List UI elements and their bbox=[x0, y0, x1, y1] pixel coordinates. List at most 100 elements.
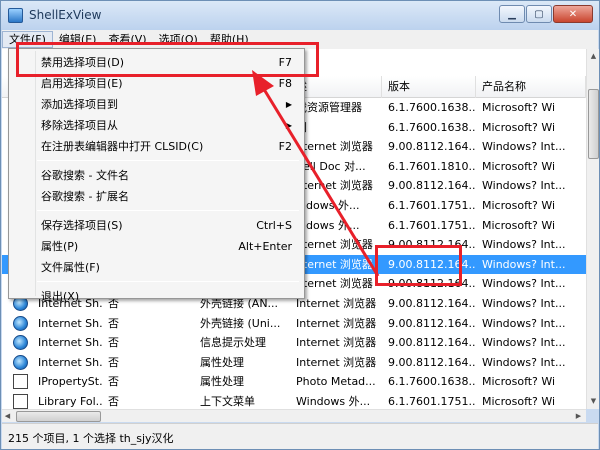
menu-item-label: 谷歌搜索 - 扩展名 bbox=[41, 190, 129, 203]
cell-product: Windows? Int... bbox=[482, 355, 566, 369]
menu-item-label: 保存选择项目(S) bbox=[41, 219, 123, 232]
menu-item-3[interactable]: 移除选择项目从 ▶ bbox=[11, 115, 302, 136]
cell-name: Internet Sh... bbox=[38, 355, 102, 369]
cell-product: Microsoft? Wi bbox=[482, 101, 556, 114]
cell-product: Microsoft? Wi bbox=[482, 218, 556, 232]
cell-product: Windows? Int... bbox=[482, 336, 566, 350]
menu-item-4[interactable]: 在注册表编辑器中打开 CLSID(C) F2 bbox=[11, 136, 302, 157]
status-bar: 215 个项目, 1 个选择 th_sjy汉化 bbox=[2, 423, 598, 449]
cell-product: Microsoft? Wi bbox=[482, 395, 556, 408]
cell-flag: 否 bbox=[108, 316, 119, 330]
file-menu-dropdown: 禁用选择项目(D) F7 启用选择项目(E) F8 添加选择项目到 ▶ 移除选择项目从 ▶ 在注… bbox=[8, 48, 305, 303]
cell-version: 6.1.7601.1751... bbox=[388, 199, 476, 212]
cell-product: Windows? Int... bbox=[482, 238, 566, 252]
cell-desc: Internet 浏览器 bbox=[296, 316, 377, 330]
horizontal-scrollbar[interactable]: ◀ ▶ bbox=[2, 409, 586, 422]
cell-flag: 否 bbox=[108, 375, 119, 389]
maximize-button[interactable]: ▢ bbox=[526, 5, 552, 23]
cell-version: 9.00.8112.164... bbox=[388, 316, 476, 330]
minimize-button[interactable]: ▁ bbox=[499, 5, 525, 23]
cell-flag: 否 bbox=[108, 395, 119, 408]
cell-product: Microsoft? Wi bbox=[482, 375, 556, 389]
vertical-scroll-thumb[interactable] bbox=[588, 89, 599, 159]
submenu-arrow-icon: ▶ bbox=[285, 121, 292, 130]
cell-version: 9.00.8112.164... bbox=[388, 297, 476, 310]
table-row[interactable]: Internet Sh... 否 信息提示处理 Internet 浏览器 9.00.81… bbox=[2, 333, 586, 353]
table-row[interactable]: IPropertySt... 否 属性处理 Photo Metad... 6.1.760… bbox=[2, 372, 586, 392]
title-bar[interactable]: ShellExView ▁ ▢ ✕ bbox=[1, 1, 599, 30]
cell-type: 信息提示处理 bbox=[200, 336, 266, 350]
cell-version: 6.1.7601.1751... bbox=[388, 218, 476, 232]
submenu-arrow-icon: ▶ bbox=[285, 100, 292, 109]
internet-explorer-icon bbox=[13, 335, 28, 351]
cell-desc: Internet 浏览器 bbox=[296, 336, 377, 350]
cell-version: 9.00.8112.164... bbox=[388, 140, 476, 154]
table-row[interactable]: Internet Sh... 否 外壳链接 (Uni... Internet 浏览器 9… bbox=[2, 314, 586, 334]
menu-item-7[interactable]: 谷歌搜索 - 扩展名 bbox=[11, 186, 302, 207]
cell-version: 6.1.7601.1810... bbox=[388, 159, 476, 173]
internet-explorer-icon bbox=[13, 315, 28, 331]
maximize-icon: ▢ bbox=[534, 8, 544, 20]
document-icon bbox=[13, 374, 28, 390]
cell-product: Windows? Int... bbox=[482, 257, 566, 271]
menu-item-shortcut: Alt+Enter bbox=[238, 240, 292, 253]
internet-explorer-icon bbox=[13, 354, 28, 370]
menu-item-label: 移除选择项目从 bbox=[41, 119, 118, 132]
highlight-box-menu-item bbox=[16, 42, 319, 77]
document-icon bbox=[13, 394, 28, 409]
scroll-left-icon[interactable]: ◀ bbox=[2, 410, 13, 422]
cell-product: Microsoft? Wi bbox=[482, 159, 556, 173]
scroll-up-icon[interactable]: ▲ bbox=[588, 50, 599, 62]
table-row[interactable]: Internet Sh... 否 属性处理 Internet 浏览器 9.00.8112… bbox=[2, 353, 586, 373]
cell-name: Internet Sh... bbox=[38, 316, 102, 330]
close-button[interactable]: ✕ bbox=[553, 5, 593, 23]
menu-item-label: 谷歌搜索 - 文件名 bbox=[41, 169, 129, 182]
cell-version: 9.00.8112.164... bbox=[388, 355, 476, 369]
cell-name: IPropertySt... bbox=[38, 375, 102, 389]
horizontal-scroll-thumb[interactable] bbox=[16, 411, 101, 422]
close-icon: ✕ bbox=[568, 8, 578, 20]
menu-item-6[interactable]: 谷歌搜索 - 文件名 bbox=[11, 165, 302, 186]
menu-item-label: 添加选择项目到 bbox=[41, 98, 118, 111]
cell-flag: 否 bbox=[108, 355, 119, 369]
cell-flag: 否 bbox=[108, 336, 119, 350]
cell-version: 6.1.7600.1638... bbox=[388, 120, 476, 134]
menu-item-13[interactable]: 退出(X) bbox=[11, 286, 302, 307]
cell-desc: Internet 浏览器 bbox=[296, 355, 377, 369]
cell-type: 属性处理 bbox=[200, 355, 244, 369]
cell-product: Windows? Int... bbox=[482, 140, 566, 154]
cell-product: Windows? Int... bbox=[482, 316, 566, 330]
menu-item-11[interactable]: 文件属性(F) bbox=[11, 257, 302, 278]
vertical-scrollbar[interactable]: ▲ ▼ bbox=[586, 49, 599, 409]
cell-desc: Photo Metad... bbox=[296, 375, 376, 389]
minimize-icon: ▁ bbox=[508, 8, 516, 20]
menu-item-label: 在注册表编辑器中打开 CLSID(C) bbox=[41, 140, 204, 153]
cell-type: 属性处理 bbox=[200, 375, 244, 389]
window-title: ShellExView bbox=[29, 8, 102, 22]
column-header-version[interactable]: 版本 bbox=[382, 76, 476, 98]
scroll-down-icon[interactable]: ▼ bbox=[588, 395, 599, 407]
column-header-product[interactable]: 产品名称 bbox=[476, 76, 586, 98]
menu-separator bbox=[37, 160, 299, 161]
status-text: 215 个项目, 1 个选择 th_sjy汉化 bbox=[8, 432, 174, 445]
cell-name: Library Fol... bbox=[38, 395, 102, 408]
cell-type: 上下文菜单 bbox=[200, 395, 255, 408]
scroll-right-icon[interactable]: ▶ bbox=[573, 410, 584, 422]
cell-product: Microsoft? Wi bbox=[482, 199, 556, 212]
cell-product: Windows? Int... bbox=[482, 297, 566, 310]
menu-item-label: 属性(P) bbox=[41, 240, 79, 253]
menu-item-shortcut: Ctrl+S bbox=[256, 219, 292, 232]
menu-separator bbox=[37, 281, 299, 282]
cell-product: Microsoft? Wi bbox=[482, 120, 556, 134]
cell-type: 外壳链接 (Uni... bbox=[200, 316, 281, 330]
cell-desc: Windows 外... bbox=[296, 395, 371, 408]
cell-version: 9.00.8112.164... bbox=[388, 179, 476, 193]
cell-version: 6.1.7601.1751... bbox=[388, 395, 476, 408]
menu-item-9[interactable]: 保存选择项目(S) Ctrl+S bbox=[11, 215, 302, 236]
cell-product: Windows? Int... bbox=[482, 179, 566, 193]
menu-item-2[interactable]: 添加选择项目到 ▶ bbox=[11, 94, 302, 115]
cell-name: Internet Sh... bbox=[38, 336, 102, 350]
menu-item-label: 文件属性(F) bbox=[41, 261, 100, 274]
menu-item-10[interactable]: 属性(P) Alt+Enter bbox=[11, 236, 302, 257]
table-row[interactable]: Library Fol... 否 上下文菜单 Windows 外... 6.1.7601… bbox=[2, 392, 586, 409]
